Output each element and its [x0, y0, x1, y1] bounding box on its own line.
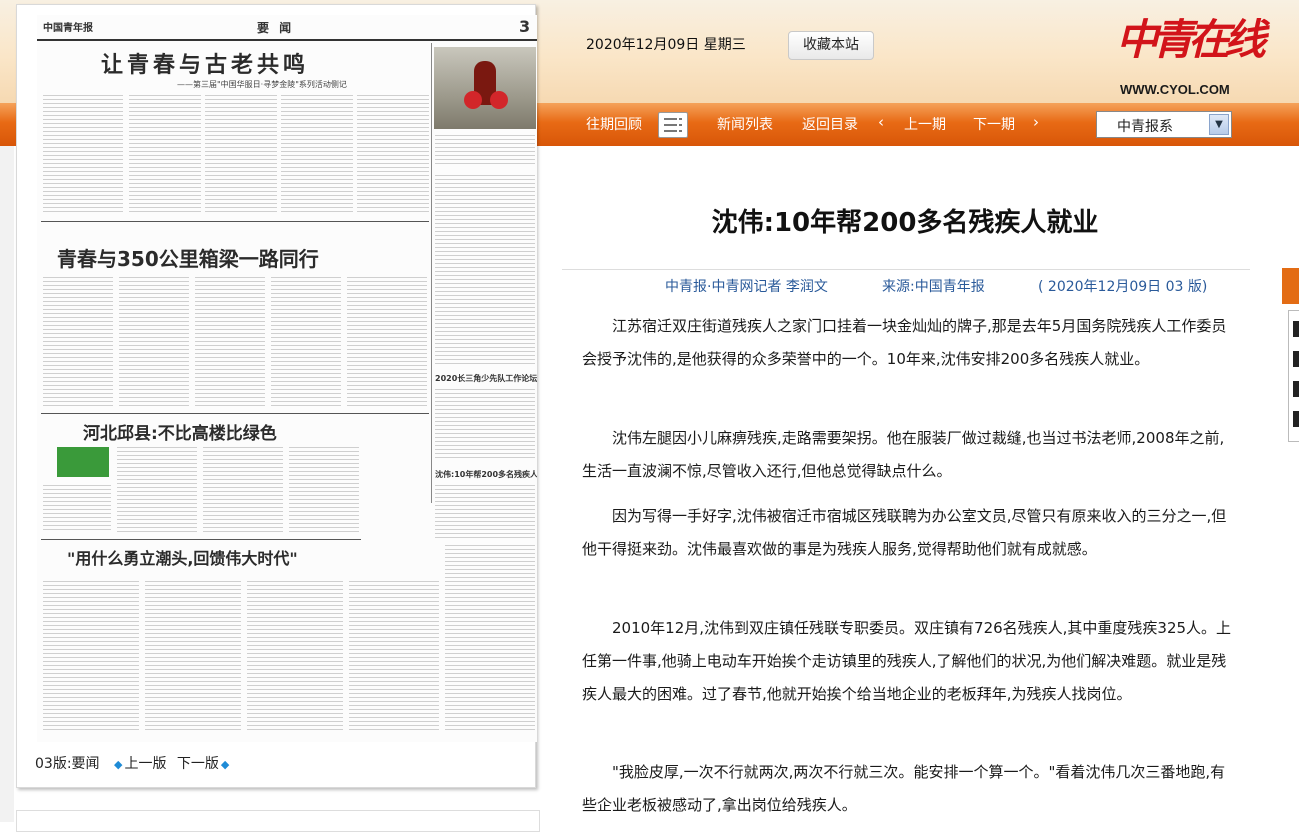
text-column	[205, 95, 277, 215]
article-paragraph: 2010年12月,沈伟到双庄镇任残联专职委员。双庄镇有726名残疾人,其中重度残…	[582, 619, 1232, 703]
paper-select-value: 中青报系	[1117, 119, 1173, 135]
news-list-link[interactable]: 新闻列表	[717, 114, 773, 134]
text-column	[349, 581, 439, 731]
text-column	[435, 175, 535, 365]
article-paragraph: 沈伟左腿因小儿麻痹残疾,走路需要架拐。他在服装厂做过裁缝,也当过书法老师,200…	[582, 429, 1225, 480]
page-masthead: 中国青年报 要 闻 3	[37, 15, 537, 41]
headline-3[interactable]: 河北邱县:不比高楼比绿色	[83, 419, 277, 444]
next-issue-link[interactable]: 下一期	[973, 114, 1015, 134]
text-column	[347, 277, 427, 407]
side-title-2[interactable]: 沈伟:10年帮200多名残疾人就业	[435, 469, 537, 480]
text-column	[43, 485, 111, 533]
headline-4[interactable]: "用什么勇立潮头,回馈伟大时代"	[67, 545, 298, 569]
story-divider	[41, 221, 429, 222]
article-paragraph: "我脸皮厚,一次不行就两次,两次不行就三次。能安排一个算一个。"看着沈伟几次三番…	[582, 763, 1226, 814]
page-section-label: 要 闻	[257, 21, 295, 35]
subhead-1: ——第三届"中国华服日·寻梦金陵"系列活动侧记	[177, 80, 347, 89]
article-paragraph: 因为写得一手好字,沈伟被宿迁市宿城区残联聘为办公室文员,尽管只有原来收入的三分之…	[582, 507, 1227, 558]
text-column	[247, 581, 343, 731]
prev-page-link[interactable]: 上一版	[124, 756, 166, 772]
story-divider	[41, 413, 429, 414]
text-column	[43, 581, 139, 731]
text-column	[435, 389, 535, 459]
next-page-link[interactable]: 下一版	[177, 756, 219, 772]
text-column	[271, 277, 341, 407]
text-column	[281, 95, 353, 215]
article-byline: 中青报·中青网记者 李润文	[665, 279, 828, 295]
side-panel-tab[interactable]	[1282, 268, 1299, 304]
article-paragraph: 江苏宿迁双庄街道残疾人之家门口挂着一块金灿灿的牌子,那是去年5月国务院残疾人工作…	[582, 317, 1227, 368]
news-photo[interactable]	[434, 47, 536, 129]
text-column	[129, 95, 201, 215]
brand-logo[interactable]: 中青在线 WWW.CYOL.COM	[1112, 2, 1266, 100]
text-column	[43, 95, 123, 215]
left-gutter	[0, 146, 14, 822]
diamond-left-icon: ◆	[113, 758, 123, 771]
past-review-link[interactable]: 往期回顾	[586, 114, 642, 134]
column-rule	[431, 43, 432, 503]
list-icon[interactable]	[658, 112, 688, 138]
side-panel-fragment	[1288, 310, 1299, 442]
green-badge-image	[57, 447, 109, 477]
diamond-right-icon: ◆	[220, 758, 230, 771]
article-source: 来源:中国青年报	[882, 279, 985, 295]
meta-divider	[562, 269, 1250, 270]
prev-issue-link[interactable]: 上一期	[904, 114, 946, 134]
text-column	[203, 447, 283, 533]
photo-lantern	[464, 91, 482, 109]
back-to-index-link[interactable]: 返回目录	[802, 114, 858, 134]
text-column	[289, 447, 359, 533]
page-footer: 03版:要闻 ◆ 上一版 下一版 ◆	[35, 753, 229, 773]
brand-logo-text: 中青在线	[1116, 15, 1266, 64]
text-column	[357, 95, 429, 215]
side-title-1[interactable]: 2020长三角少先队工作论坛举行	[435, 373, 537, 384]
text-column	[117, 447, 197, 533]
text-column	[435, 135, 535, 165]
photo-lantern	[490, 91, 508, 109]
headline-2[interactable]: 青春与350公里箱梁一路同行	[57, 243, 319, 272]
page-label: 03版:要闻	[35, 756, 100, 772]
chevron-left-icon: ‹	[878, 113, 884, 131]
favorite-button[interactable]: 收藏本站	[788, 31, 874, 60]
text-column	[445, 545, 535, 731]
newspaper-page-image[interactable]: 中国青年报 要 闻 3 让青春与古老共鸣 ——第三届"中国华服日·寻梦金陵"系列…	[37, 15, 537, 742]
text-column	[43, 277, 113, 407]
page-number: 3	[519, 17, 531, 36]
paper-select[interactable]: 中青报系 ▼	[1096, 111, 1232, 138]
chevron-right-icon: ›	[1033, 113, 1039, 131]
brand-url: WWW.CYOL.COM	[1120, 82, 1230, 97]
current-date: 2020年12月09日 星期三	[586, 37, 746, 53]
paper-logo: 中国青年报	[43, 23, 93, 34]
newspaper-page-card: 中国青年报 要 闻 3 让青春与古老共鸣 ——第三届"中国华服日·寻梦金陵"系列…	[16, 4, 537, 788]
headline-1[interactable]: 让青春与古老共鸣	[101, 47, 309, 79]
article-title: 沈伟:10年帮200多名残疾人就业	[711, 208, 1099, 238]
chevron-down-icon[interactable]: ▼	[1209, 114, 1229, 135]
lower-panel	[16, 810, 540, 832]
text-column	[435, 485, 535, 541]
text-column	[195, 277, 265, 407]
story-divider	[41, 539, 361, 540]
text-column	[119, 277, 189, 407]
text-column	[145, 581, 241, 731]
article-date-edition: ( 2020年12月09日 03 版)	[1038, 279, 1208, 295]
